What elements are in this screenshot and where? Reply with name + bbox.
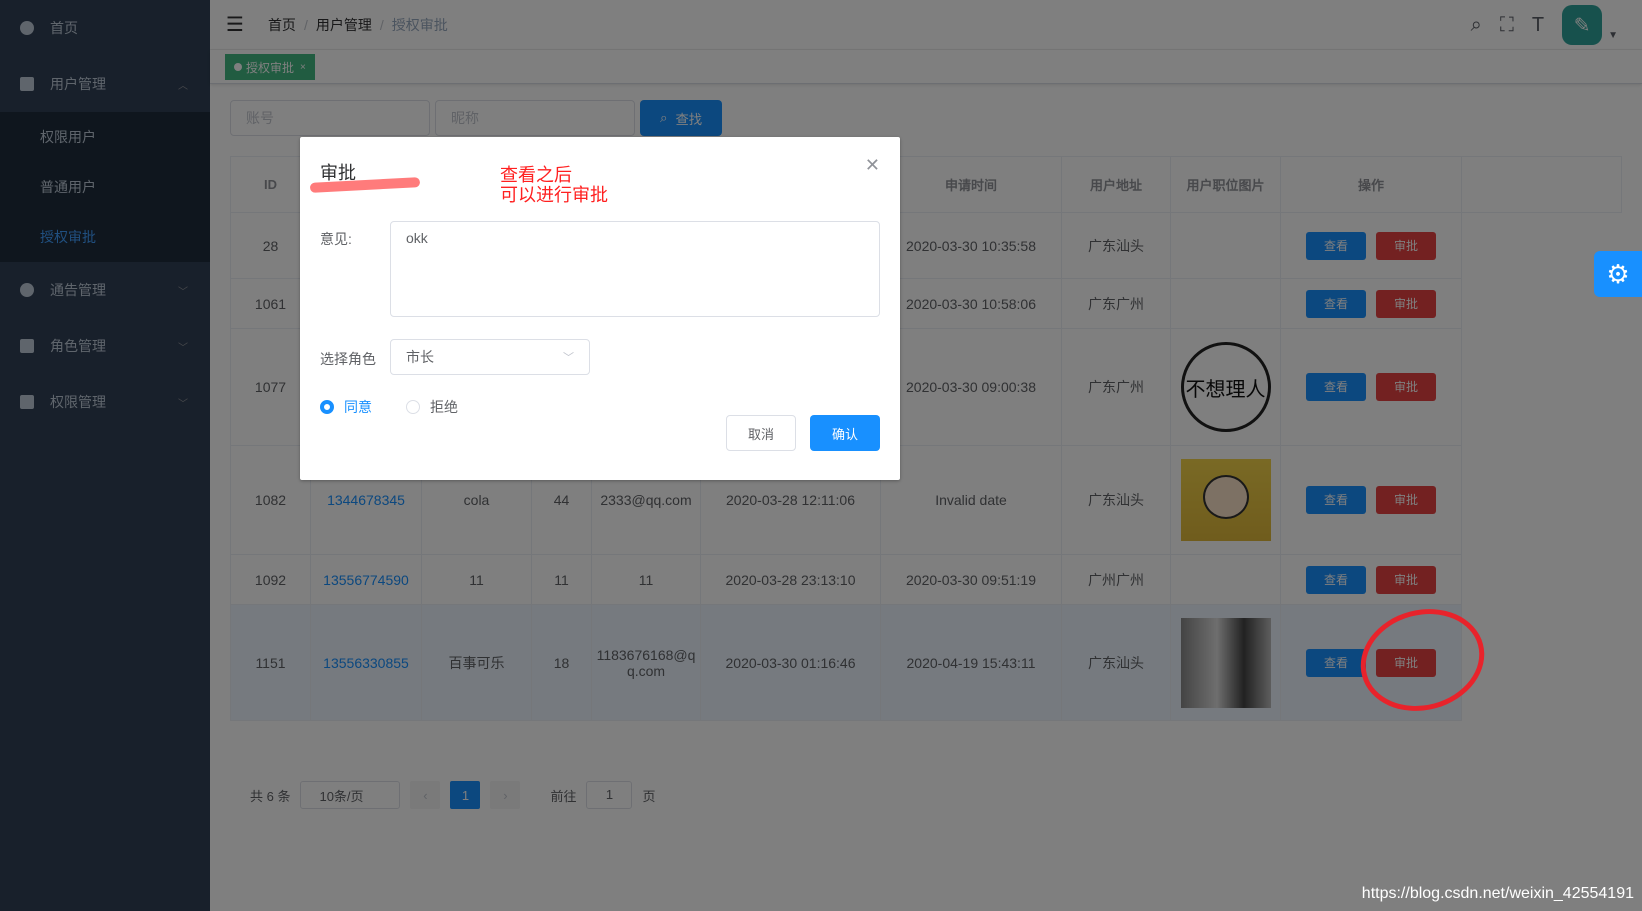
role-select[interactable]: 市长 ﹀ (390, 339, 590, 375)
radio-agree[interactable]: 同意 (320, 397, 372, 417)
radio-reject[interactable]: 拒绝 (406, 397, 458, 417)
cancel-button[interactable]: 取消 (726, 415, 796, 451)
confirm-button[interactable]: 确认 (810, 415, 880, 451)
close-icon[interactable]: ✕ (865, 155, 880, 176)
chevron-down-icon: ﹀ (563, 352, 574, 364)
settings-gear-icon[interactable]: ⚙ (1594, 251, 1642, 297)
watermark: https://blog.csdn.net/weixin_42554191 (1361, 885, 1634, 902)
opinion-textarea[interactable]: okk (390, 221, 880, 317)
annotation-text: 查看之后 可以进行审批 (500, 165, 608, 205)
